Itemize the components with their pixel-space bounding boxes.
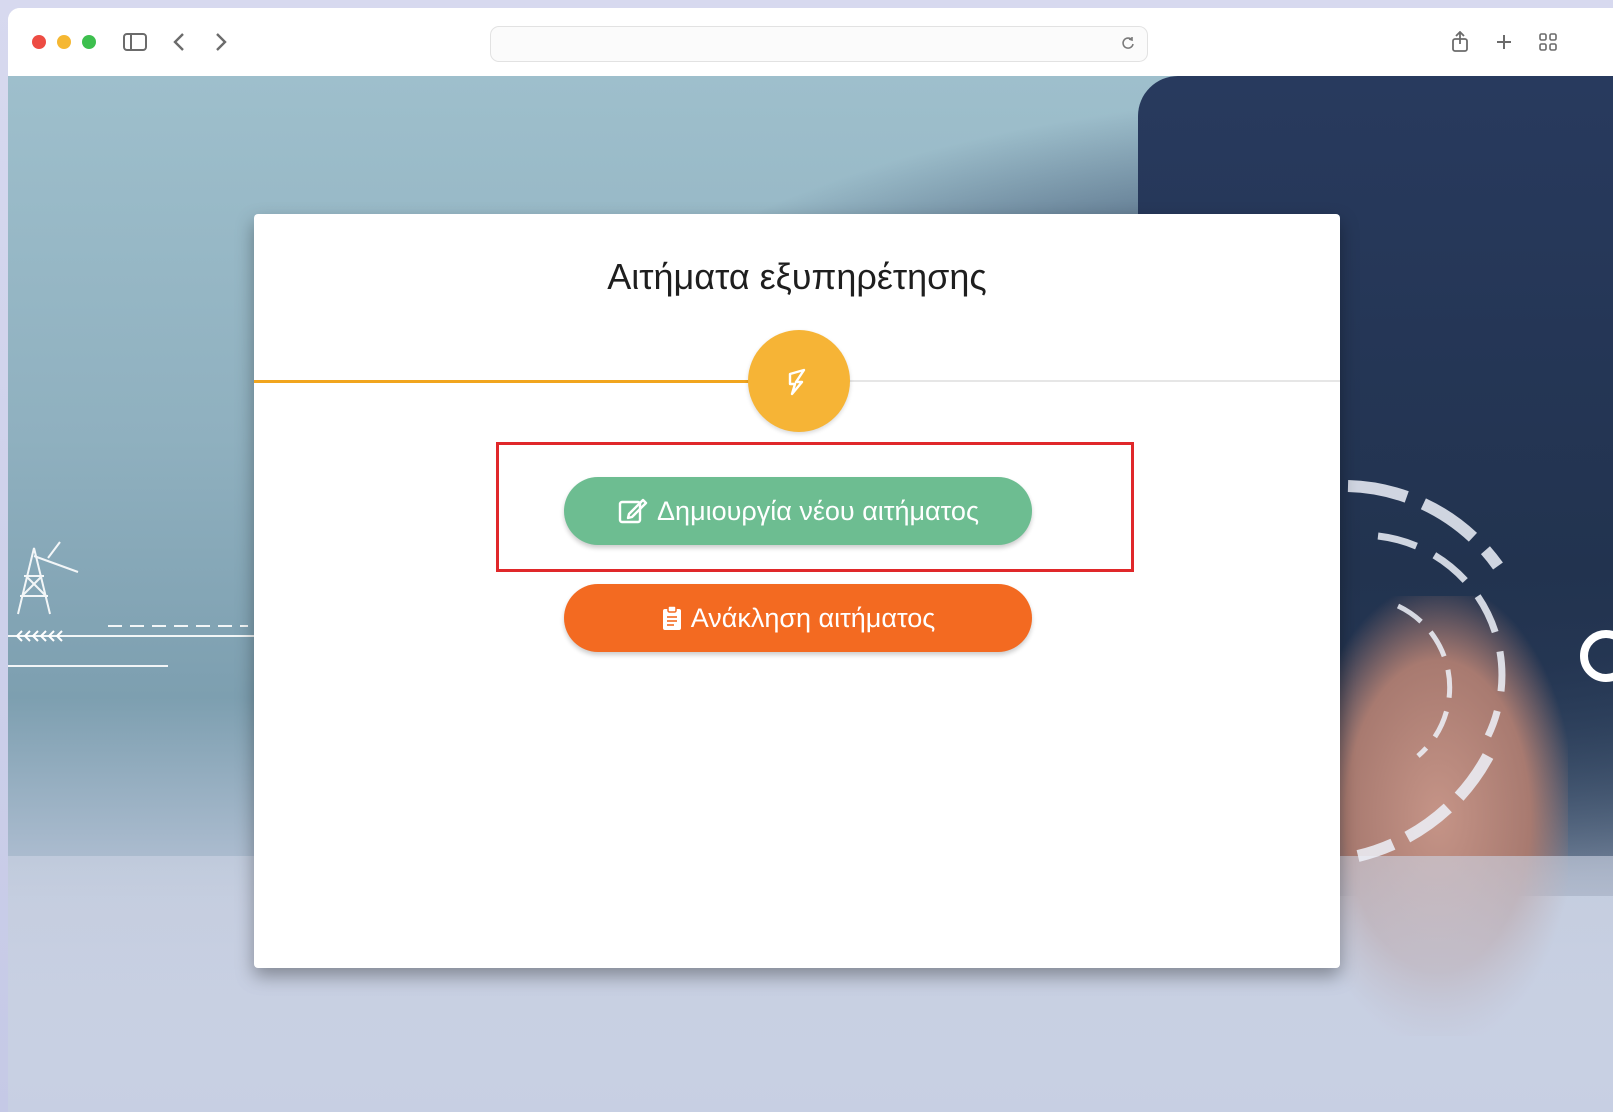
service-requests-card: Αιτήματα εξυπηρέτησης Δημιουργία νέου αι… [254,214,1340,968]
create-request-label: Δημιουργία νέου αιτήματος [657,495,979,526]
page-title: Αιτήματα εξυπηρέτησης [607,256,987,297]
browser-toolbar [8,8,1613,77]
divider-line [842,380,1340,382]
address-bar[interactable] [490,26,1148,62]
clipboard-icon [661,605,683,631]
tab-overview-icon[interactable] [1536,28,1560,56]
lightning-icon [748,330,850,432]
close-window-button[interactable] [32,35,46,49]
minimize-window-button[interactable] [57,35,71,49]
maximize-window-button[interactable] [82,35,96,49]
page-background: Αιτήματα εξυπηρέτησης Δημιουργία νέου αι… [8,76,1613,1112]
reload-icon[interactable] [1121,36,1135,55]
progress-line [254,380,754,383]
tech-rings-illustration [1347,480,1613,862]
cancel-request-button[interactable]: Ανάκληση αιτήματος [564,584,1032,652]
sidebar-toggle-icon[interactable] [120,28,150,56]
power-tower-illustration [8,541,258,667]
forward-icon[interactable] [210,28,232,56]
new-tab-icon[interactable] [1492,28,1516,56]
edit-icon [617,496,649,526]
cancel-request-label: Ανάκληση αιτήματος [690,602,936,633]
back-icon[interactable] [168,28,190,56]
create-request-button[interactable]: Δημιουργία νέου αιτήματος [564,477,1032,545]
share-icon[interactable] [1448,28,1472,56]
browser-window: Αιτήματα εξυπηρέτησης Δημιουργία νέου αι… [8,8,1613,1112]
